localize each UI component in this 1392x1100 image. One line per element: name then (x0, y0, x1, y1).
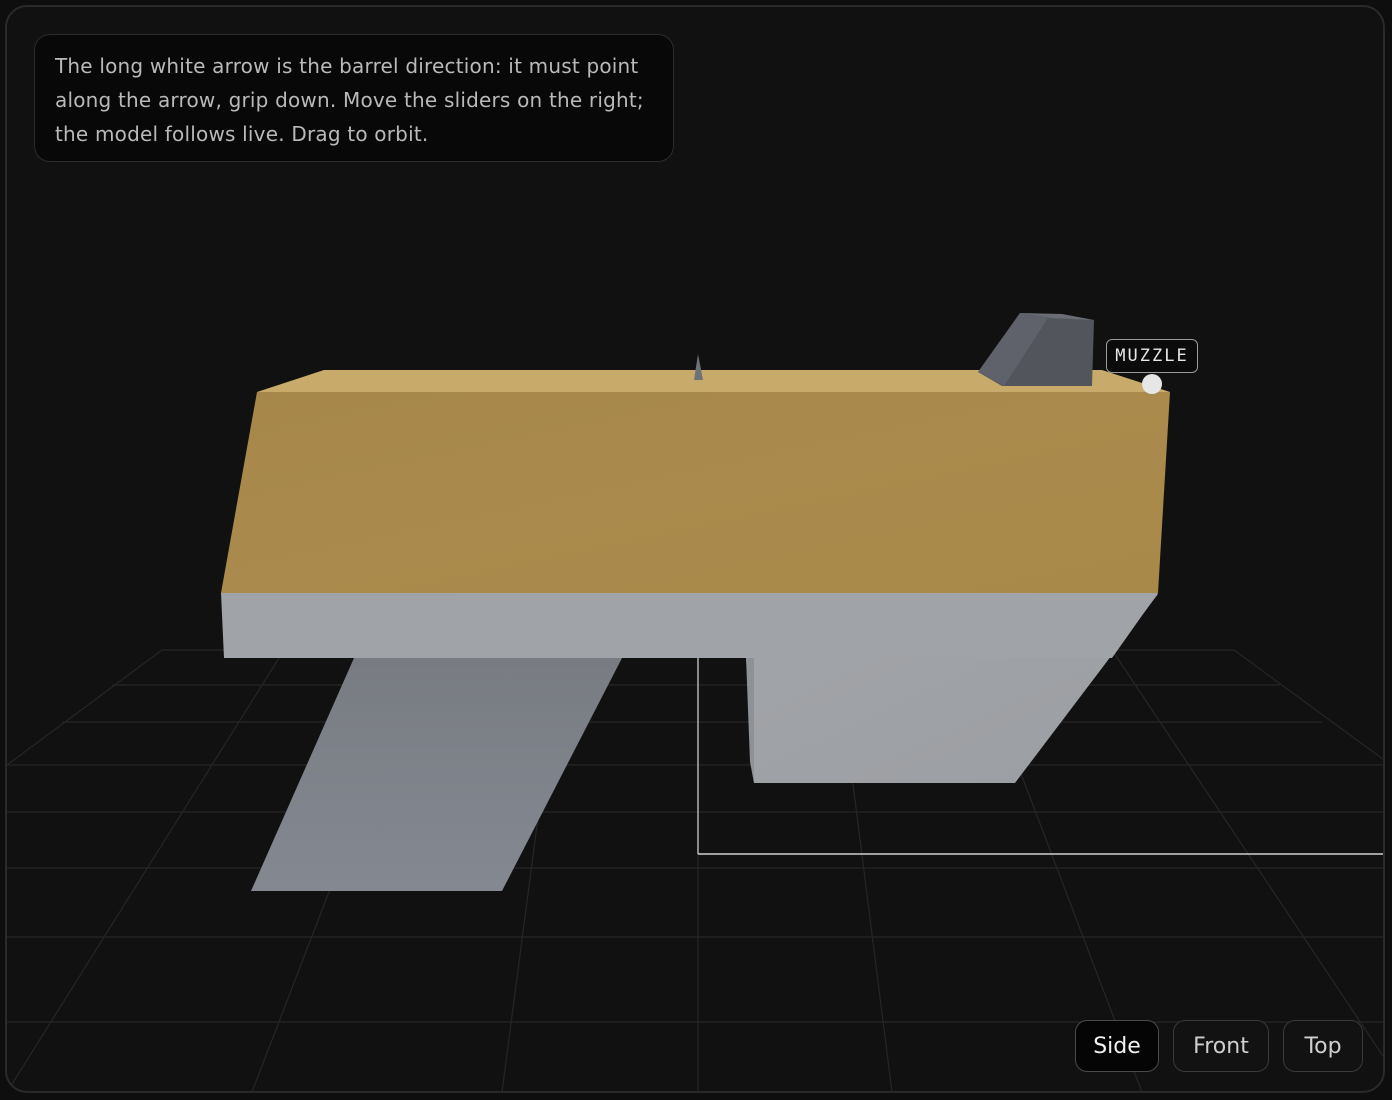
front-sight (694, 354, 703, 380)
3d-viewport[interactable]: MUZZLE The long white arrow is the barre… (5, 5, 1385, 1093)
muzzle-label: MUZZLE (1106, 339, 1198, 373)
grip (251, 658, 622, 891)
instructions-panel: The long white arrow is the barrel direc… (34, 34, 674, 162)
viewport-frame: MUZZLE The long white arrow is the barre… (5, 5, 1385, 1093)
frame-rail (221, 593, 1158, 658)
slide (221, 392, 1170, 593)
view-front-button[interactable]: Front (1173, 1020, 1269, 1072)
view-top-button[interactable]: Top (1283, 1020, 1363, 1072)
muzzle-marker-dot[interactable] (1142, 374, 1162, 394)
frame-front-block-side (746, 657, 754, 783)
view-side-button[interactable]: Side (1075, 1020, 1159, 1072)
scene-canvas[interactable] (5, 5, 1385, 1093)
